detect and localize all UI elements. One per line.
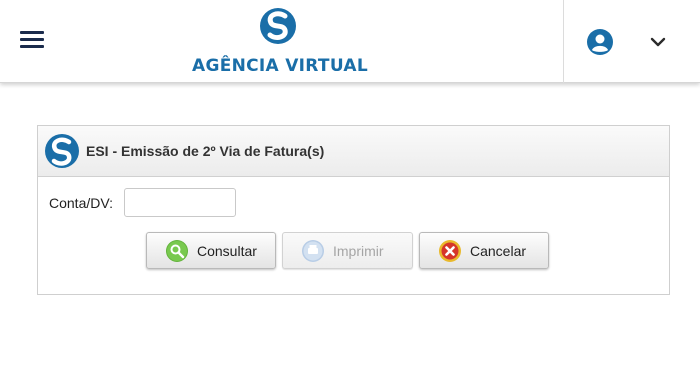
consultar-button[interactable]: Consultar <box>146 232 276 269</box>
form-title: ESI - Emissão de 2º Via de Fatura(s) <box>86 143 325 159</box>
imprimir-button[interactable]: Imprimir <box>282 232 413 269</box>
user-circle-icon[interactable] <box>586 28 614 56</box>
consultar-label: Consultar <box>197 243 257 259</box>
search-icon <box>166 240 188 262</box>
cancelar-label: Cancelar <box>470 243 527 259</box>
chevron-down-icon[interactable] <box>648 32 668 52</box>
agency-logo-icon <box>260 8 296 44</box>
account-input[interactable] <box>124 188 236 217</box>
print-icon <box>302 240 324 262</box>
panel-header: ESI - Emissão de 2º Via de Fatura(s) <box>38 126 669 177</box>
agency-logo-icon <box>45 134 79 168</box>
cancelar-button[interactable]: Cancelar <box>419 232 549 269</box>
cancel-icon <box>439 240 461 262</box>
menu-icon[interactable] <box>20 31 44 51</box>
brand[interactable]: AGÊNCIA VIRTUAL <box>190 6 370 76</box>
imprimir-label: Imprimir <box>333 243 384 259</box>
top-navigation-bar: AGÊNCIA VIRTUAL <box>0 0 700 83</box>
header-divider <box>563 0 564 83</box>
account-label: Conta/DV: <box>49 195 114 211</box>
brand-name: AGÊNCIA VIRTUAL <box>191 56 368 76</box>
invoice-form-panel: ESI - Emissão de 2º Via de Fatura(s) Con… <box>37 125 670 295</box>
